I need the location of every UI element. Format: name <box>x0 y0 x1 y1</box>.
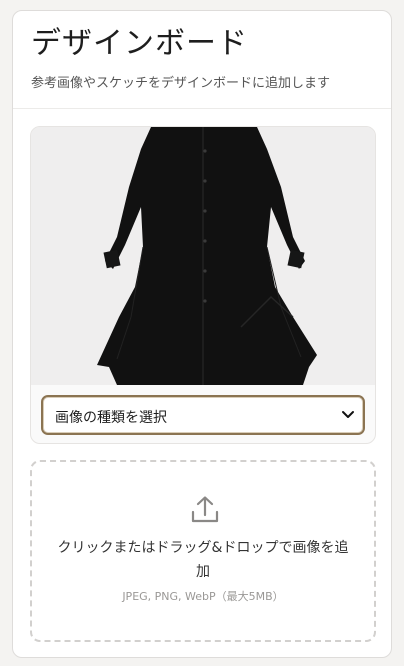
page-title: デザインボード <box>31 26 248 61</box>
upload-dropzone[interactable]: クリックまたはドラッグ&ドロップで画像を追加 JPEG, PNG, WebP（最… <box>30 460 376 642</box>
image-type-select-value: 画像の種類を選択 <box>55 410 167 426</box>
chevron-down-icon <box>342 411 354 418</box>
header: デザインボード 参考画像やスケッチをデザインボードに追加します <box>13 11 391 109</box>
dress-image <box>31 127 375 385</box>
dropzone-formats: JPEG, PNG, WebP（最大5MB） <box>122 590 284 603</box>
image-card: 画像の種類を選択 <box>30 126 376 444</box>
upload-icon <box>191 496 219 523</box>
page-subtitle: 参考画像やスケッチをデザインボードに追加します <box>31 76 331 91</box>
design-board-card: デザインボード 参考画像やスケッチをデザインボードに追加します 画像の種類を選択… <box>12 10 392 658</box>
dropzone-instruction: クリックまたはドラッグ&ドロップで画像を追加 <box>57 540 349 580</box>
reference-image[interactable] <box>31 127 375 385</box>
image-type-select[interactable]: 画像の種類を選択 <box>41 395 365 435</box>
